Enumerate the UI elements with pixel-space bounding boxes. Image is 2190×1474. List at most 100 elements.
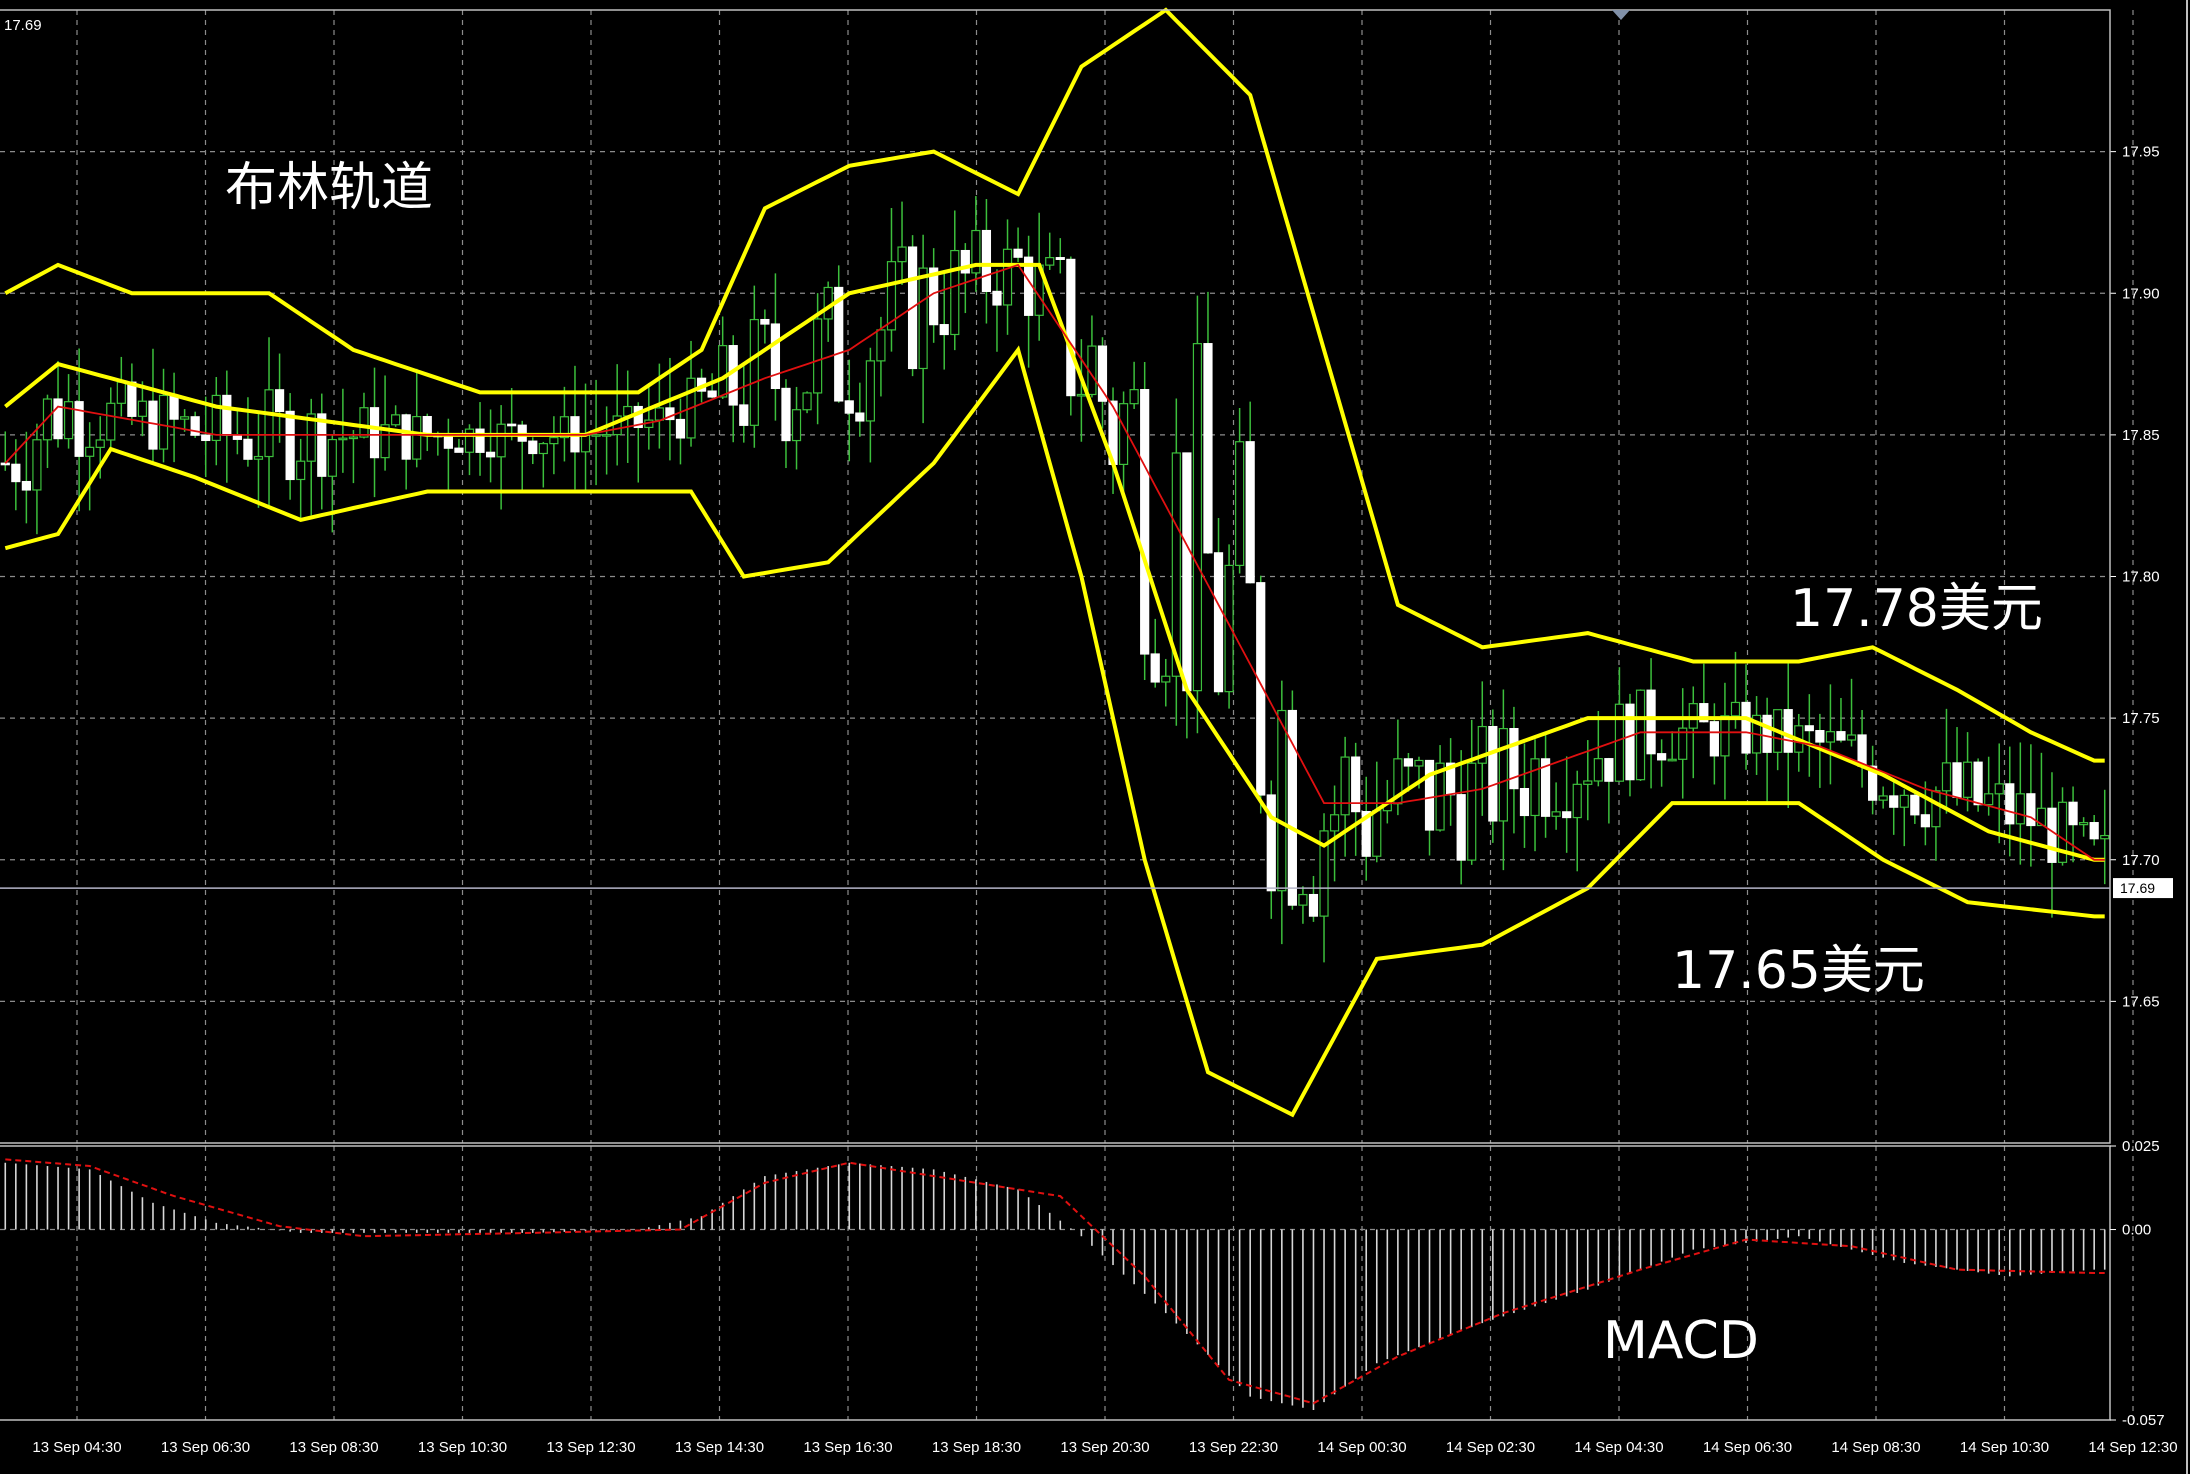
candle-bear — [485, 451, 496, 458]
x-tick-label: 14 Sep 06:30 — [1703, 1439, 1792, 1456]
candle-bull — [2079, 822, 2089, 826]
candle-bear — [939, 324, 949, 336]
candle-bull — [137, 400, 148, 417]
candle-bear — [1055, 257, 1065, 261]
annotation-upper-level: 17.78美元 — [1790, 579, 2043, 639]
candle-bull — [1498, 728, 1508, 822]
candle-bear — [169, 394, 179, 420]
candle-bear — [1203, 343, 1213, 554]
candle-bear — [675, 418, 686, 439]
x-tick-label: 13 Sep 10:30 — [418, 1439, 507, 1456]
x-tick-label: 13 Sep 06:30 — [161, 1439, 250, 1456]
x-tick-label: 13 Sep 14:30 — [675, 1439, 764, 1456]
candle-bear — [1013, 248, 1023, 258]
candle-bull — [749, 318, 759, 426]
candle-bear — [1815, 730, 1825, 743]
candle-bull — [1045, 257, 1055, 266]
candle-bear — [1625, 703, 1635, 781]
candle-bull — [359, 407, 369, 438]
candle-bear — [475, 428, 485, 453]
candle-bear — [1920, 814, 1930, 828]
candle-bull — [802, 392, 812, 411]
candle-bull — [591, 434, 601, 437]
candle-bear — [2068, 801, 2078, 826]
corner-price-label: 17.69 — [4, 17, 42, 34]
candle-bear — [1952, 762, 1962, 798]
candle-bear — [243, 438, 253, 460]
annotation-bollinger-title: 布林轨道 — [225, 158, 433, 218]
y-tick-label: 17.80 — [2122, 569, 2160, 586]
candle-bull — [116, 381, 126, 404]
candle-bear — [1836, 731, 1846, 741]
candle-bear — [201, 434, 211, 442]
annotation-lower-level: 17.65美元 — [1672, 941, 1925, 1001]
candle-bear — [1097, 345, 1108, 402]
candle-bear — [1456, 794, 1466, 861]
candle-bear — [507, 423, 517, 427]
candle-bull — [1899, 794, 1909, 808]
candle-bull — [327, 438, 337, 477]
candle-bear — [528, 440, 538, 455]
candle-bear — [981, 229, 992, 292]
x-tick-label: 14 Sep 02:30 — [1446, 1439, 1535, 1456]
candle-bear — [1604, 758, 1614, 782]
macd-y-tick-label: -0.057 — [2122, 1412, 2165, 1429]
candle-bull — [106, 402, 116, 441]
candle-bear — [1889, 795, 1899, 808]
candle-bull — [496, 423, 506, 458]
candle-bear — [2089, 822, 2099, 840]
y-tick-label: 17.70 — [2122, 852, 2160, 869]
candle-bull — [85, 446, 95, 457]
candle-bull — [865, 360, 875, 422]
candle-bull — [1235, 441, 1245, 567]
candle-bull — [1614, 703, 1625, 782]
macd-y-tick-label: 0.00 — [2122, 1222, 2151, 1239]
candle-bull — [412, 416, 422, 460]
candle-bull — [1720, 715, 1730, 757]
macd-y-tick-label: 0.025 — [2122, 1138, 2160, 1155]
candle-bull — [1329, 814, 1340, 832]
candle-bull — [897, 246, 907, 263]
candle-bear — [1266, 794, 1276, 892]
candle-bear — [53, 398, 63, 440]
candle-bear — [1245, 441, 1255, 584]
candle-bull — [264, 389, 274, 458]
candle-bull — [549, 436, 559, 445]
x-tick-label: 13 Sep 08:30 — [289, 1439, 378, 1456]
candle-bear — [1308, 893, 1319, 917]
candle-bull — [1878, 795, 1888, 801]
candle-bear — [422, 416, 432, 436]
candle-bull — [813, 318, 823, 394]
candle-bull — [950, 249, 960, 336]
candle-bull — [1192, 343, 1203, 692]
candle-bear — [1804, 725, 1814, 732]
candle-bear — [1213, 552, 1224, 693]
candle-bull — [1572, 783, 1582, 819]
candle-bear — [1762, 714, 1772, 753]
x-tick-label: 13 Sep 04:30 — [32, 1439, 121, 1456]
candle-bear — [1519, 788, 1530, 817]
candle-bull — [348, 436, 359, 440]
candle-bull — [1530, 758, 1540, 817]
candle-bear — [1509, 728, 1519, 790]
chart-canvas: 17.65 17.70 17.75 17.80 17.85 17.90 17.95 13 Se… — [0, 0, 2190, 1474]
candle-bull — [464, 428, 475, 453]
candle-bull — [1076, 393, 1086, 397]
candle-bear — [1424, 759, 1435, 831]
candle-bear — [781, 387, 791, 442]
candle-bear — [1150, 653, 1160, 683]
candle-bull — [391, 414, 401, 426]
x-tick-label: 13 Sep 12:30 — [546, 1439, 635, 1456]
candle-bear — [844, 400, 854, 414]
candle-bear — [760, 318, 770, 325]
candle-bull — [538, 443, 548, 455]
x-tick-label: 13 Sep 18:30 — [932, 1439, 1021, 1456]
candle-bear — [1066, 258, 1076, 397]
y-tick-label: 17.85 — [2122, 427, 2160, 444]
candle-bear — [127, 381, 137, 417]
candle-bull — [296, 460, 306, 481]
candle-bull — [791, 409, 802, 442]
candle-bear — [401, 414, 411, 460]
x-tick-label: 14 Sep 08:30 — [1831, 1439, 1920, 1456]
macd-panel-label: MACD — [1603, 1311, 1759, 1371]
